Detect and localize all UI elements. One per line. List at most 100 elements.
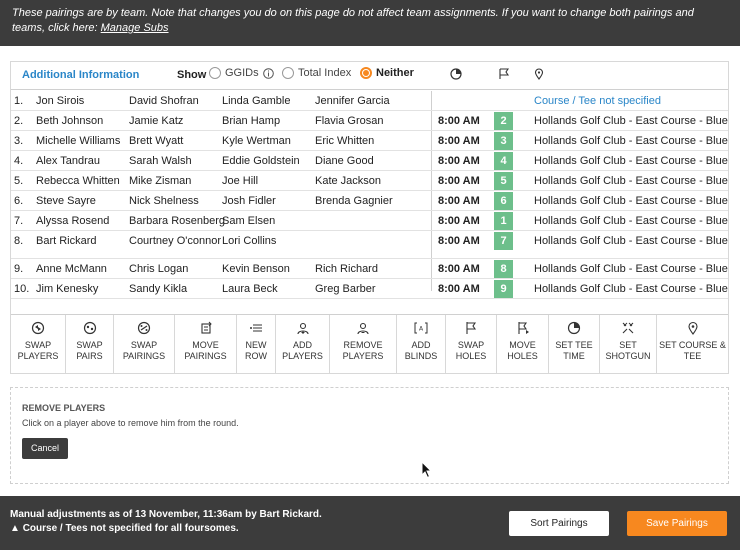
tee-time: 8:00 AM — [438, 175, 480, 187]
set-shotgun-icon — [622, 322, 634, 334]
new-row-button[interactable]: NEW ROW — [237, 315, 276, 373]
swap-pairings-button[interactable]: SWAP PAIRINGS — [114, 315, 175, 373]
tool-label: SWAP — [457, 340, 485, 350]
tool-label: SWAP — [76, 340, 103, 350]
hole-badge: 9 — [494, 280, 513, 298]
set-course-tee-button[interactable]: SET COURSE & TEE — [657, 315, 728, 373]
pairing-toolbar: SWAP PLAYERS SWAP PAIRS SWAP PAIRINGS MOVE P… — [11, 314, 728, 373]
tool-label: REMOVE — [343, 340, 383, 350]
player-cell[interactable]: Lori Collins — [222, 235, 276, 247]
save-pairings-button[interactable]: Save Pairings — [627, 511, 727, 536]
tool-label: TIME — [563, 351, 585, 361]
player-cell[interactable]: Greg Barber — [315, 283, 376, 295]
player-cell[interactable]: Josh Fidler — [222, 195, 276, 207]
player-cell[interactable]: Laura Beck — [222, 283, 278, 295]
player-cell[interactable]: Beth Johnson — [36, 115, 103, 127]
info-icon[interactable] — [262, 67, 274, 79]
player-cell[interactable]: Rich Richard — [315, 263, 378, 275]
remove-players-button[interactable]: REMOVE PLAYERS — [330, 315, 397, 373]
sort-pairings-button[interactable]: Sort Pairings — [509, 511, 609, 536]
player-cell[interactable]: Bart Rickard — [36, 235, 97, 247]
tool-label: PAIRS — [76, 351, 103, 361]
radio-neither-label: Neither — [376, 67, 414, 79]
swap-players-button[interactable]: SWAP PLAYERS — [11, 315, 66, 373]
player-cell[interactable]: Jamie Katz — [129, 115, 183, 127]
location-pin-icon — [534, 68, 544, 80]
course-tee: Hollands Golf Club - East Course - Blue — [534, 135, 728, 147]
tool-label: PLAYERS — [282, 351, 323, 361]
tool-label: ROW — [245, 351, 267, 361]
tee-time: 8:00 AM — [438, 235, 480, 247]
tool-label: NEW — [245, 340, 267, 350]
add-players-button[interactable]: ADD PLAYERS — [276, 315, 330, 373]
player-cell[interactable]: Barbara Rosenberg — [129, 215, 225, 227]
row-number: 2. — [14, 115, 24, 127]
add-blinds-button[interactable]: A ADD BLINDS — [397, 315, 446, 373]
course-tee-link[interactable]: Course / Tee not specified — [534, 95, 661, 107]
radio-total-index[interactable]: Total Index — [282, 67, 351, 79]
player-cell[interactable]: Nick Shelness — [129, 195, 199, 207]
player-cell[interactable]: Kate Jackson — [315, 175, 381, 187]
player-cell[interactable]: Brenda Gagnier — [315, 195, 393, 207]
row-number: 9. — [14, 263, 24, 275]
additional-info-title: Additional Information — [22, 69, 140, 81]
additional-info-header: Additional Information Show GGIDs Total … — [11, 62, 728, 90]
move-holes-button[interactable]: MOVE HOLES — [497, 315, 549, 373]
set-shotgun-button[interactable]: SET SHOTGUN — [600, 315, 657, 373]
tee-time: 8:00 AM — [438, 135, 480, 147]
player-cell[interactable]: Eric Whitten — [315, 135, 374, 147]
player-cell[interactable]: Rebecca Whitten — [36, 175, 120, 187]
course-tee: Hollands Golf Club - East Course - Blue — [534, 155, 728, 167]
player-cell[interactable]: Diane Good — [315, 155, 374, 167]
player-cell[interactable]: Anne McMann — [36, 263, 107, 275]
tool-label: MOVE — [509, 340, 536, 350]
player-cell[interactable]: Jon Sirois — [36, 95, 84, 107]
player-cell[interactable]: Kyle Wertman — [222, 135, 291, 147]
player-cell[interactable]: Brett Wyatt — [129, 135, 183, 147]
row-number: 10. — [14, 283, 30, 295]
course-tee: Hollands Golf Club - East Course - Blue — [534, 215, 728, 227]
radio-neither[interactable]: Neither — [360, 67, 414, 79]
table-row: 6. Steve Sayre Nick Shelness Josh Fidler… — [11, 191, 728, 211]
radio-ggids[interactable]: GGIDs — [209, 67, 274, 79]
player-cell[interactable]: David Shofran — [129, 95, 199, 107]
tool-label: TEE — [683, 351, 702, 361]
course-tee: Hollands Golf Club - East Course - Blue — [534, 195, 728, 207]
player-cell[interactable]: Alyssa Rosend — [36, 215, 109, 227]
player-cell[interactable]: Sarah Walsh — [129, 155, 192, 167]
course-tee: Hollands Golf Club - East Course - Blue — [534, 283, 728, 295]
swap-holes-button[interactable]: SWAP HOLES — [446, 315, 497, 373]
player-cell[interactable]: Mike Zisman — [129, 175, 191, 187]
tee-time: 8:00 AM — [438, 215, 480, 227]
player-cell[interactable]: Sam Elsen — [222, 215, 275, 227]
player-cell[interactable]: Flavia Grosan — [315, 115, 383, 127]
radio-total-index-label: Total Index — [298, 67, 352, 79]
player-cell[interactable]: Chris Logan — [129, 263, 188, 275]
set-tee-time-button[interactable]: SET TEE TIME — [549, 315, 600, 373]
table-row: 1. Jon Sirois David Shofran Linda Gamble… — [11, 91, 728, 111]
player-cell[interactable]: Steve Sayre — [36, 195, 96, 207]
player-cell[interactable]: Alex Tandrau — [36, 155, 100, 167]
player-cell[interactable]: Courtney O'connor — [129, 235, 221, 247]
new-row-icon — [250, 324, 262, 332]
manage-subs-link[interactable]: Manage Subs — [101, 22, 169, 34]
player-cell[interactable]: Brian Hamp — [222, 115, 280, 127]
tool-label: PAIRINGS — [122, 351, 166, 361]
tool-label: SWAP — [24, 340, 52, 350]
player-cell[interactable]: Michelle Williams — [36, 135, 120, 147]
set-tee-time-icon — [567, 321, 581, 335]
player-cell[interactable]: Joe Hill — [222, 175, 258, 187]
player-cell[interactable]: Linda Gamble — [222, 95, 291, 107]
row-number: 6. — [14, 195, 24, 207]
cancel-button[interactable]: Cancel — [22, 438, 68, 459]
player-cell[interactable]: Eddie Goldstein — [222, 155, 300, 167]
tee-time: 8:00 AM — [438, 115, 480, 127]
course-tee: Hollands Golf Club - East Course - Blue — [534, 263, 728, 275]
player-cell[interactable]: Jennifer Garcia — [315, 95, 390, 107]
move-pairings-button[interactable]: MOVE PAIRINGS — [175, 315, 237, 373]
tool-label: SET TEE — [555, 340, 593, 350]
player-cell[interactable]: Jim Kenesky — [36, 283, 98, 295]
player-cell[interactable]: Sandy Kikla — [129, 283, 187, 295]
player-cell[interactable]: Kevin Benson — [222, 263, 290, 275]
swap-pairs-button[interactable]: SWAP PAIRS — [66, 315, 114, 373]
